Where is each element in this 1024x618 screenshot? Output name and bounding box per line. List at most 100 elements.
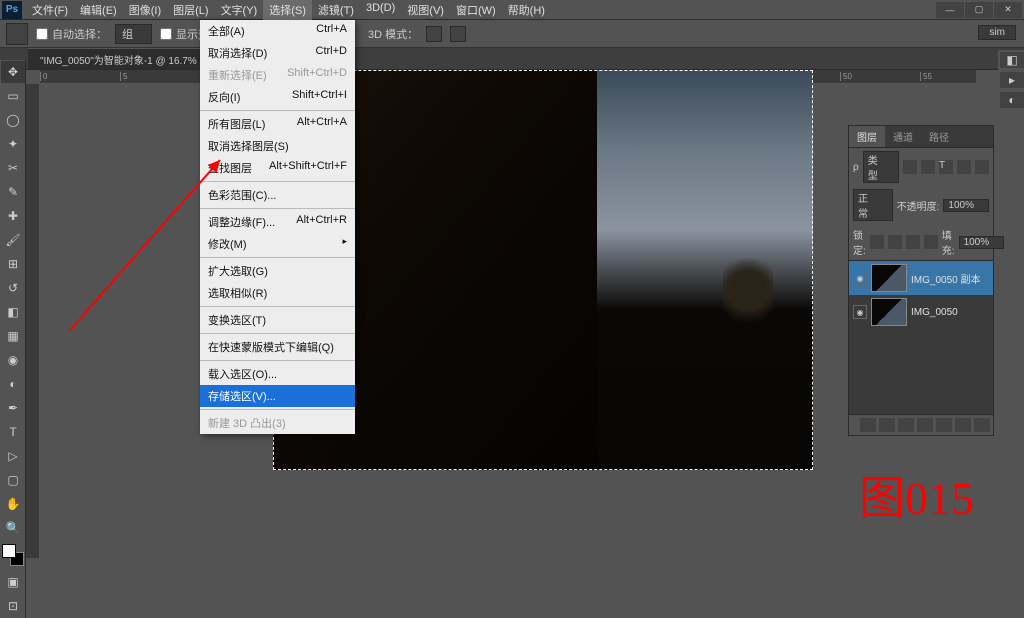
menu-item[interactable]: 全部(A)Ctrl+A xyxy=(200,20,355,42)
wand-tool[interactable]: ✦ xyxy=(1,133,25,155)
document-tab-bar: "IMG_0050"为智能对象-1 @ 16.7% (IMG_0050 副... xyxy=(0,48,1024,70)
link-layers-icon[interactable] xyxy=(860,418,876,432)
panel-tab[interactable]: 图层 xyxy=(849,126,885,147)
layer-thumbnail[interactable] xyxy=(871,298,907,326)
maximize-button[interactable]: ▢ xyxy=(965,2,993,18)
pen-tool[interactable]: ✒ xyxy=(1,397,25,419)
type-tool[interactable]: T xyxy=(1,421,25,443)
auto-select-type[interactable]: 组 xyxy=(115,24,152,44)
color-swatches[interactable] xyxy=(2,544,24,566)
lasso-tool[interactable]: ◯ xyxy=(1,109,25,131)
eyedropper-tool[interactable]: ✎ xyxy=(1,181,25,203)
marquee-tool[interactable]: ▭ xyxy=(1,85,25,107)
menu-item[interactable]: 色彩范围(C)... xyxy=(200,184,355,206)
path-tool[interactable]: ▷ xyxy=(1,445,25,467)
menu-item[interactable]: 修改(M) xyxy=(200,233,355,255)
layer-thumbnail[interactable] xyxy=(871,264,907,292)
hand-tool[interactable]: ✋ xyxy=(1,493,25,515)
layer-row[interactable]: ◉ IMG_0050 副本 xyxy=(849,261,993,295)
blur-tool[interactable]: ◉ xyxy=(1,349,25,371)
gradient-tool[interactable]: ▦ xyxy=(1,325,25,347)
stamp-tool[interactable]: ⊞ xyxy=(1,253,25,275)
workspace-switcher[interactable]: sim xyxy=(978,25,1016,40)
menu-2[interactable]: 图像(I) xyxy=(123,0,167,20)
menu-9[interactable]: 窗口(W) xyxy=(450,0,502,20)
opacity-value[interactable]: 100% xyxy=(943,199,989,212)
menu-6[interactable]: 滤镜(T) xyxy=(312,0,360,20)
menu-7[interactable]: 3D(D) xyxy=(360,0,401,20)
menu-item[interactable]: 取消选择(D)Ctrl+D xyxy=(200,42,355,64)
menu-item[interactable]: 变换选区(T) xyxy=(200,309,355,331)
menu-item[interactable]: 在快速蒙版模式下编辑(Q) xyxy=(200,336,355,358)
move-tool-icon[interactable] xyxy=(6,23,28,45)
layer-name: IMG_0050 副本 xyxy=(911,271,980,286)
close-button[interactable]: ✕ xyxy=(994,2,1022,18)
fill-value[interactable]: 100% xyxy=(959,236,1005,249)
menu-item[interactable]: 反向(I)Shift+Ctrl+I xyxy=(200,86,355,108)
blend-mode-select[interactable]: 正常 xyxy=(853,189,893,221)
move-tool[interactable]: ✥ xyxy=(1,61,25,83)
menu-5[interactable]: 选择(S) xyxy=(263,0,312,20)
group-icon[interactable] xyxy=(936,418,952,432)
app-logo: Ps xyxy=(2,1,22,19)
menu-1[interactable]: 编辑(E) xyxy=(74,0,123,20)
menu-item[interactable]: 所有图层(L)Alt+Ctrl+A xyxy=(200,113,355,135)
heal-tool[interactable]: ✚ xyxy=(1,205,25,227)
menu-0[interactable]: 文件(F) xyxy=(26,0,74,20)
new-layer-icon[interactable] xyxy=(955,418,971,432)
menu-item[interactable]: 取消选择图层(S) xyxy=(200,135,355,157)
lock-icon[interactable] xyxy=(870,235,884,249)
layer-row[interactable]: ◉IMG_0050 xyxy=(849,295,993,329)
select-menu-dropdown: 全部(A)Ctrl+A取消选择(D)Ctrl+D重新选择(E)Shift+Ctr… xyxy=(200,20,355,434)
menu-item[interactable]: 存储选区(V)... xyxy=(200,385,355,407)
layer-filter-kind[interactable]: 类型 xyxy=(863,151,899,183)
layer-list: ◉ IMG_0050 副本 ◉IMG_0050 xyxy=(849,260,993,415)
collapsed-panel-icon[interactable]: ▸ xyxy=(1000,72,1024,88)
zoom-tool[interactable]: 🔍 xyxy=(1,517,25,539)
filter-icon[interactable] xyxy=(903,160,917,174)
quick-mask[interactable]: ▣ xyxy=(1,571,25,593)
menu-item: 新建 3D 凸出(3) xyxy=(200,412,355,434)
menu-item[interactable]: 调整边缘(F)...Alt+Ctrl+R xyxy=(200,211,355,233)
menu-8[interactable]: 视图(V) xyxy=(401,0,450,20)
menubar: Ps 文件(F)编辑(E)图像(I)图层(L)文字(Y)选择(S)滤镜(T)3D… xyxy=(0,0,1024,20)
lock-icon[interactable] xyxy=(888,235,902,249)
panel-tab[interactable]: 路径 xyxy=(921,126,957,147)
menu-10[interactable]: 帮助(H) xyxy=(502,0,551,20)
menu-item[interactable]: 选取相似(R) xyxy=(200,282,355,304)
filter-icon[interactable] xyxy=(957,160,971,174)
brush-tool[interactable]: 🖌 xyxy=(1,229,25,251)
lock-icon[interactable] xyxy=(906,235,920,249)
collapsed-panel-icon[interactable]: ◧ xyxy=(1000,52,1024,68)
shape-tool[interactable]: ▢ xyxy=(1,469,25,491)
history-brush-tool[interactable]: ↺ xyxy=(1,277,25,299)
mode3d-icon[interactable] xyxy=(450,26,466,42)
auto-select-checkbox[interactable]: 自动选择： xyxy=(36,26,107,42)
panel-tab[interactable]: 通道 xyxy=(885,126,921,147)
minimize-button[interactable]: — xyxy=(936,2,964,18)
menu-item[interactable]: 载入选区(O)... xyxy=(200,363,355,385)
window-controls: — ▢ ✕ xyxy=(936,2,1024,18)
mask-icon[interactable] xyxy=(898,418,914,432)
right-dock: ◧ ▸ ◐ xyxy=(998,50,1024,110)
eraser-tool[interactable]: ◧ xyxy=(1,301,25,323)
visibility-icon[interactable]: ◉ xyxy=(853,271,867,285)
lock-icon[interactable] xyxy=(924,235,938,249)
filter-icon[interactable]: T xyxy=(939,160,953,174)
mode3d-icon[interactable] xyxy=(426,26,442,42)
menu-3[interactable]: 图层(L) xyxy=(167,0,214,20)
menu-4[interactable]: 文字(Y) xyxy=(215,0,264,20)
delete-icon[interactable] xyxy=(974,418,990,432)
screen-mode[interactable]: ⊡ xyxy=(1,595,25,617)
layer-panel-buttons xyxy=(849,415,993,435)
menu-item[interactable]: 扩大选取(G) xyxy=(200,260,355,282)
dodge-tool[interactable]: ◐ xyxy=(1,373,25,395)
menu-item[interactable]: 查找图层Alt+Shift+Ctrl+F xyxy=(200,157,355,179)
adjustment-icon[interactable] xyxy=(917,418,933,432)
visibility-icon[interactable]: ◉ xyxy=(853,305,867,319)
fx-icon[interactable] xyxy=(879,418,895,432)
collapsed-panel-icon[interactable]: ◐ xyxy=(1000,92,1024,108)
filter-icon[interactable] xyxy=(921,160,935,174)
filter-icon[interactable] xyxy=(975,160,989,174)
crop-tool[interactable]: ✂ xyxy=(1,157,25,179)
